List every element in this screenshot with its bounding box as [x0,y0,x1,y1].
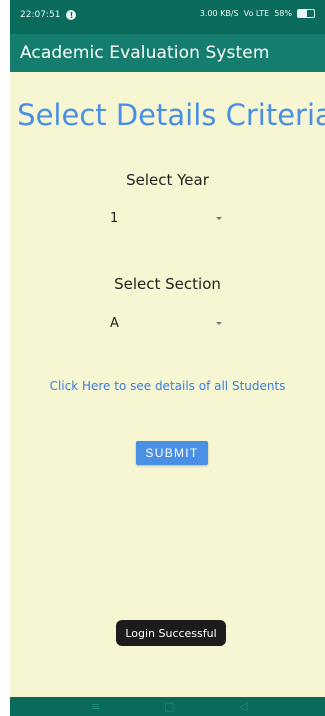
back-icon[interactable]: ◁ [239,701,247,712]
toast-message: Login Successful [116,620,226,646]
year-label: Select Year [126,171,209,189]
menu-icon[interactable]: ≡ [91,701,100,712]
section-dropdown[interactable]: A [110,311,230,335]
year-dropdown[interactable]: 1 [110,206,230,230]
dropdown-caret-icon [216,321,222,325]
network-speed: 3.00 KB/S [199,9,239,18]
year-selected-value: 1 [110,210,119,226]
submit-button[interactable]: SUBMIT [136,441,208,465]
home-icon[interactable]: □ [164,701,174,712]
navigation-bar: ≡ □ ◁ [10,697,325,716]
app-title: Academic Evaluation System [20,43,270,63]
notification-icon: ! [66,10,77,20]
battery-fill [298,10,308,17]
page-heading: Select Details Criteria [17,98,325,132]
dropdown-caret-icon [216,216,222,220]
app-bar: Academic Evaluation System [10,34,325,72]
battery-percent: 58% [274,9,292,18]
battery-icon [297,9,315,18]
section-selected-value: A [110,315,119,331]
section-label: Select Section [114,275,221,293]
status-bar: 22:07:51 ! 3.00 KB/S Vo LTE 58% [10,0,325,34]
all-students-details-link[interactable]: Click Here to see details of all Student… [10,379,325,393]
phone-screen: 22:07:51 ! 3.00 KB/S Vo LTE 58% Academic… [10,0,325,716]
signal-icon: Vo LTE [243,9,270,18]
status-left: 22:07:51 ! [20,10,77,20]
status-time: 22:07:51 [20,10,61,20]
status-right: 3.00 KB/S Vo LTE 58% [200,9,315,18]
